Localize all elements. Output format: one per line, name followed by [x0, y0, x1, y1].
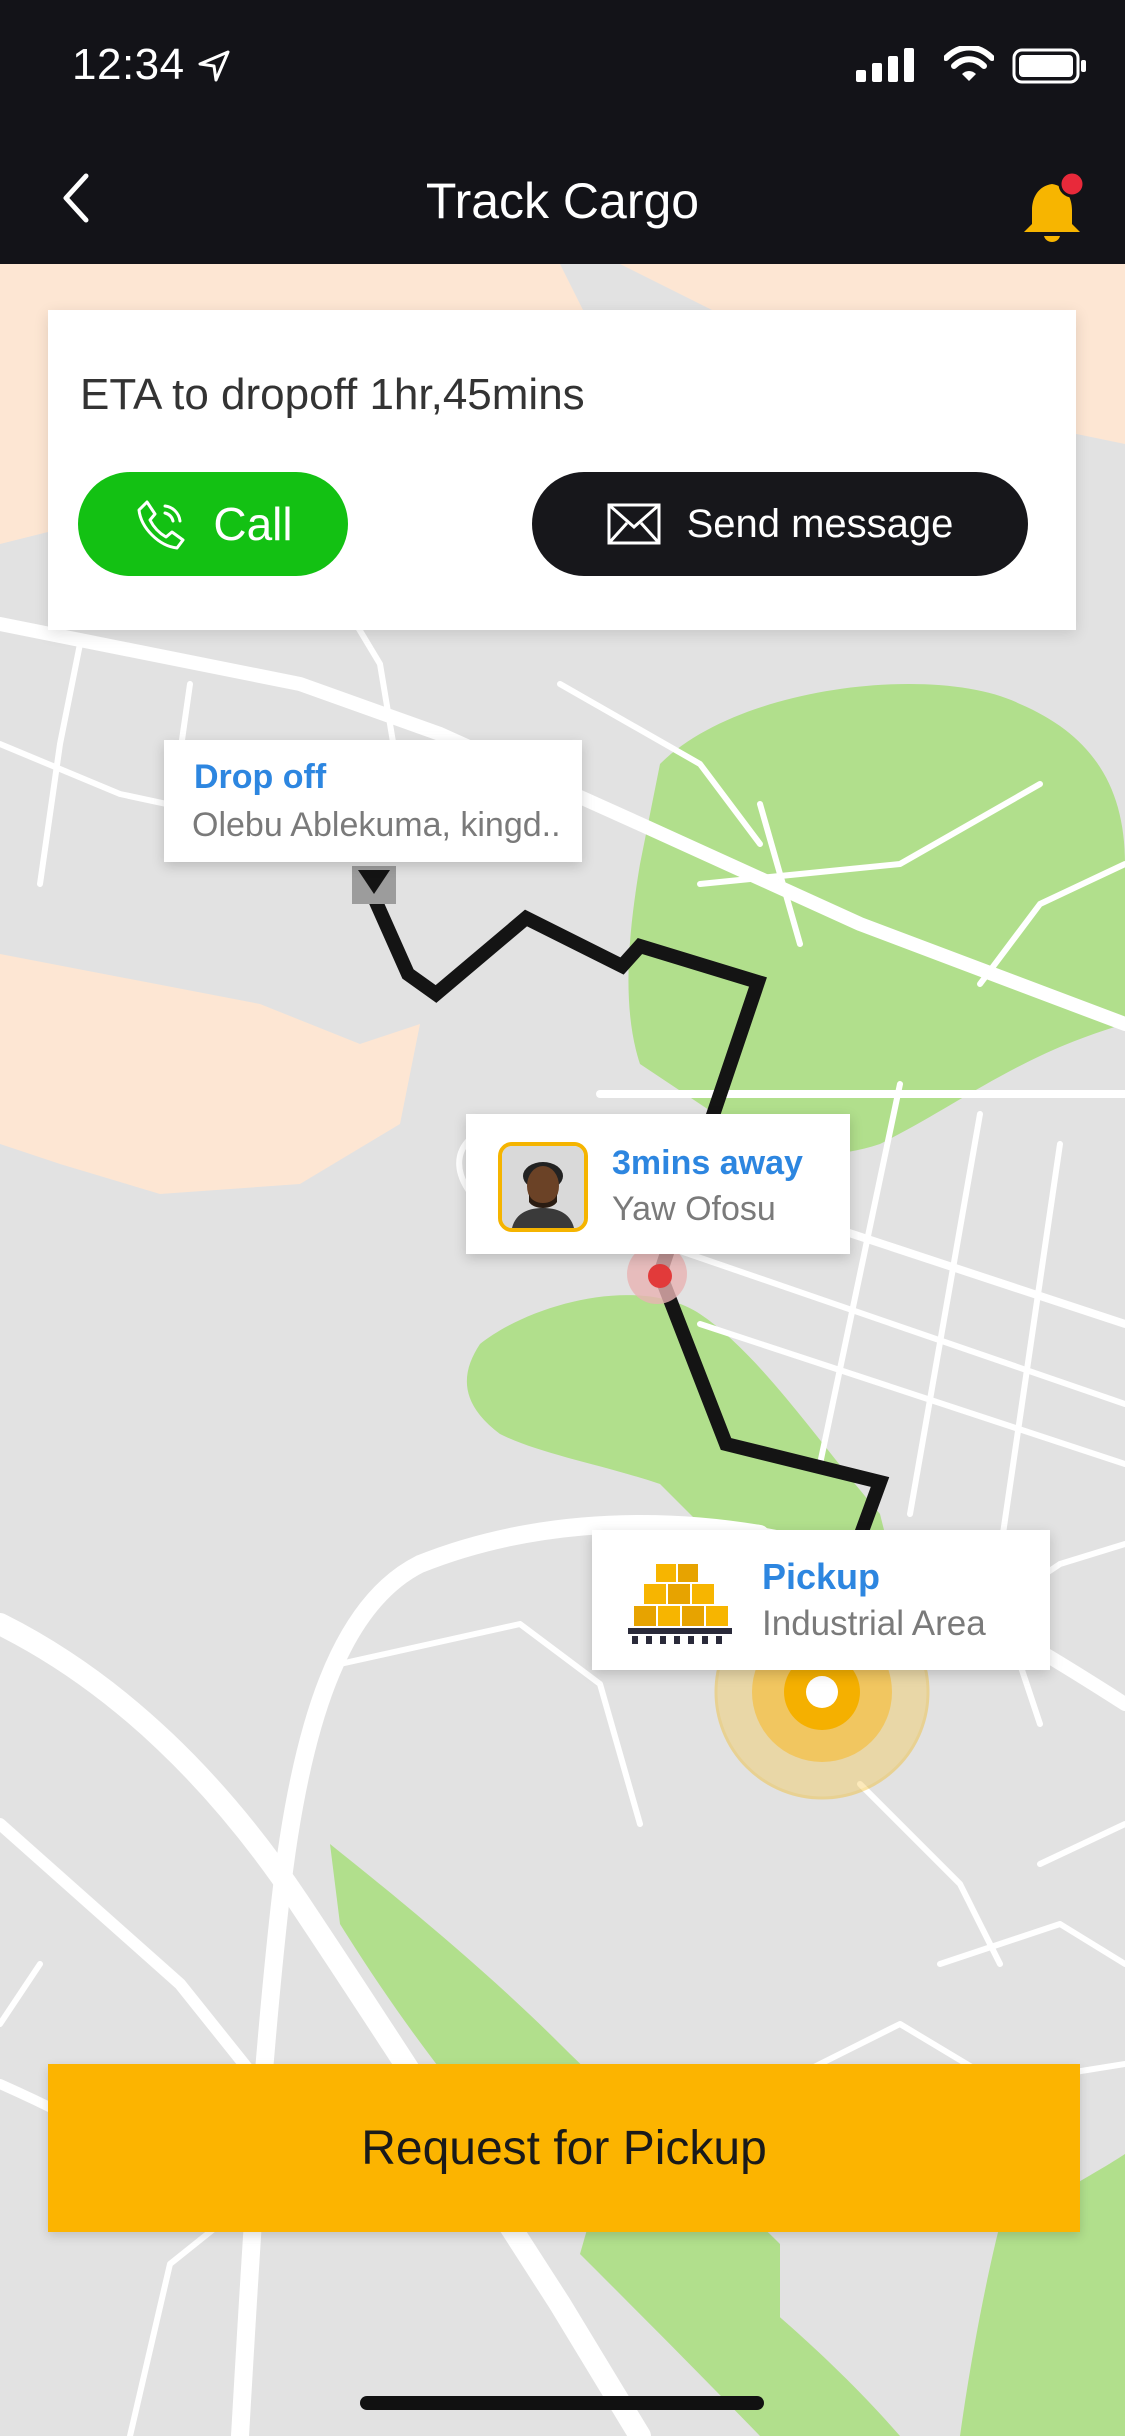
envelope-icon	[607, 503, 661, 545]
phone-icon	[137, 500, 185, 550]
driver-location-dot[interactable]	[648, 1264, 672, 1288]
driver-eta: 3mins away	[612, 1144, 803, 1182]
pickup-area: Industrial Area	[762, 1604, 986, 1643]
bell-icon[interactable]	[1016, 170, 1096, 250]
request-pickup-button[interactable]: Request for Pickup	[48, 2064, 1080, 2232]
page-title: Track Cargo	[425, 173, 700, 229]
driver-callout[interactable]: 3mins away Yaw Ofosu	[466, 1114, 850, 1254]
dropoff-callout[interactable]: Drop off Olebu Ablekuma, kingd..	[164, 740, 582, 862]
cargo-boxes-icon	[628, 1564, 732, 1644]
driver-name: Yaw Ofosu	[612, 1190, 776, 1228]
home-indicator[interactable]	[360, 2396, 764, 2410]
eta-card: ETA to dropoff 1hr,45mins Call Send mess…	[48, 310, 1076, 630]
battery-icon	[1012, 48, 1086, 84]
driver-avatar	[498, 1142, 588, 1232]
pickup-marker-center	[806, 1676, 838, 1708]
dropoff-address: Olebu Ablekuma, kingd..	[192, 806, 561, 844]
wifi-icon	[944, 46, 994, 81]
residential-area-west	[0, 954, 420, 1194]
cellular-signal-icon	[856, 48, 914, 82]
request-pickup-label: Request for Pickup	[361, 2121, 767, 2175]
status-bar: 12:34	[0, 0, 1125, 132]
send-message-label: Send message	[686, 501, 954, 546]
nav-bar: Track Cargo	[0, 132, 1125, 264]
location-arrow-icon	[198, 50, 230, 82]
pickup-callout[interactable]: Pickup Industrial Area	[592, 1530, 1050, 1670]
send-message-button[interactable]: Send message	[532, 472, 1028, 576]
status-time: 12:34	[72, 40, 185, 89]
park-east	[628, 684, 1125, 1155]
app-screen: 12:34 Track Cargo ETA to dropoff 1hr,45m…	[0, 0, 1125, 2436]
dropoff-title: Drop off	[194, 758, 327, 796]
notification-dot	[1058, 170, 1086, 198]
call-label: Call	[213, 498, 293, 550]
driver-portrait-icon	[502, 1146, 584, 1228]
pickup-title: Pickup	[762, 1556, 881, 1597]
call-button[interactable]: Call	[78, 472, 348, 576]
eta-text: ETA to dropoff 1hr,45mins	[80, 370, 585, 419]
